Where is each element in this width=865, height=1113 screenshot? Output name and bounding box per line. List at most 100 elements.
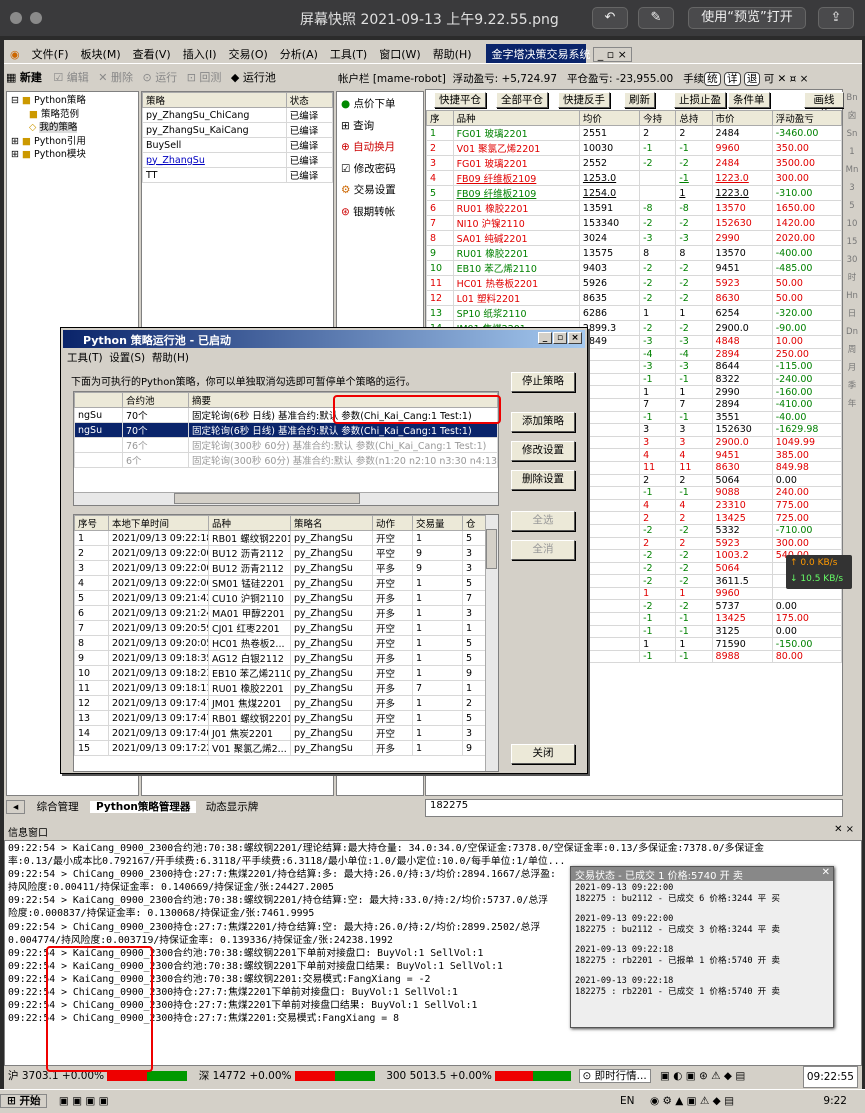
info-close-icon[interactable]: ✕ × bbox=[834, 824, 862, 835]
pos-col[interactable]: 均价 bbox=[578, 110, 641, 126]
order-col[interactable]: 动作 bbox=[372, 515, 413, 531]
pin-icon[interactable]: ✕ ¤ × bbox=[778, 73, 809, 85]
period-button[interactable]: 囟 bbox=[844, 107, 860, 125]
run-pool-button[interactable]: ◆ 运行池 bbox=[231, 71, 276, 84]
period-button[interactable]: 15 bbox=[844, 233, 860, 251]
period-button[interactable]: Hn bbox=[844, 287, 860, 305]
order-row[interactable]: 8 2021/09/13 09:20:05 HC01 热卷板2... py_Zhang… bbox=[74, 635, 486, 651]
order-row[interactable]: 7 2021/09/13 09:20:59 CJ01 红枣2201 py_ZhangS… bbox=[74, 620, 486, 636]
order-row[interactable]: 9 2021/09/13 09:18:35 AG12 白银2112 py_ZhangS… bbox=[74, 650, 486, 666]
side-bank-transfer[interactable]: ⊛ 银期转帐 bbox=[341, 202, 419, 224]
quick-button-0[interactable]: 快捷平仓 bbox=[434, 92, 486, 108]
edit-button[interactable]: ☑ 编辑 bbox=[53, 71, 88, 84]
order-row[interactable]: 15 2021/09/13 09:17:22 V01 聚氯乙烯2... py_Zhan… bbox=[74, 740, 486, 756]
strategy-row[interactable]: TT 已编译 bbox=[142, 167, 334, 183]
status-icons[interactable]: ▣ ◐ ▣ ⊛ ⚠ ◆ ▤ bbox=[660, 1070, 745, 1082]
share-icon[interactable]: ⇪ bbox=[818, 7, 854, 29]
position-row[interactable]: 6 RU01 橡胶2201 13591 -8 -8 13570 1650.00 bbox=[426, 200, 843, 216]
backtest-button[interactable]: ⊡ 回测 bbox=[187, 71, 222, 84]
order-col[interactable]: 策略名 bbox=[290, 515, 373, 531]
markup-icon[interactable]: ✎ bbox=[638, 7, 674, 29]
period-button[interactable]: Bn bbox=[844, 89, 860, 107]
pool-row[interactable]: 6个 固定轮询(300秒 60分) 基准合约:默认 参数(n1:20 n2:10 … bbox=[74, 452, 498, 468]
order-row[interactable]: 4 2021/09/13 09:22:00 SM01 锰硅2201 py_ZhangS… bbox=[74, 575, 486, 591]
strategy-row[interactable]: BuySell 已编译 bbox=[142, 137, 334, 153]
new-button[interactable]: ▦ 新建 bbox=[6, 71, 42, 84]
tab-python-manager[interactable]: Python策略管理器 bbox=[89, 801, 197, 813]
pos-col[interactable]: 品种 bbox=[452, 110, 580, 126]
quick-button-6[interactable]: 画线单 bbox=[804, 92, 844, 120]
col-pool[interactable]: 合约池 bbox=[122, 392, 189, 408]
period-button[interactable]: 5 bbox=[844, 197, 860, 215]
col-status[interactable]: 状态 bbox=[285, 92, 334, 108]
order-col[interactable]: 交易量 bbox=[412, 515, 463, 531]
tree-my-strategy[interactable]: ◇ 我的策略 bbox=[11, 121, 134, 135]
start-button[interactable]: ⊞ 开始 bbox=[0, 1094, 48, 1108]
position-row[interactable]: 7 NI10 沪镍2110 153340 -2 -2 152630 1420.00 bbox=[426, 215, 843, 231]
tab-general[interactable]: 综合管理 bbox=[29, 801, 87, 813]
period-button[interactable]: 周 bbox=[844, 341, 860, 359]
col-strategy[interactable]: 策略 bbox=[142, 92, 287, 108]
pool-hscroll[interactable] bbox=[74, 492, 498, 505]
quick-button-3[interactable]: 刷新 bbox=[624, 92, 655, 108]
stats-button[interactable]: 统 bbox=[704, 72, 721, 86]
period-button[interactable]: 1 bbox=[844, 143, 860, 161]
period-button[interactable]: 月 bbox=[844, 359, 860, 377]
tray-icons[interactable]: ◉ ⚙ ▲ ▣ ⚠ ◆ ▤ bbox=[650, 1090, 734, 1112]
quick-button-1[interactable]: 全部平仓 bbox=[496, 92, 548, 108]
menu-view[interactable]: 查看(V) bbox=[127, 44, 177, 63]
side-trade-settings[interactable]: ⚙ 交易设置 bbox=[341, 180, 419, 202]
quick-button-2[interactable]: 快捷反手 bbox=[558, 92, 610, 108]
side-query[interactable]: ⊞ 查询 bbox=[341, 116, 419, 138]
quick-button-4[interactable]: 止损止盈 bbox=[674, 92, 726, 108]
tab-dynamic[interactable]: 动态显示牌 bbox=[200, 801, 265, 813]
rotate-icon[interactable]: ↶ bbox=[592, 7, 628, 29]
order-col[interactable]: 序号 bbox=[74, 515, 109, 531]
menu-help[interactable]: 帮助(H) bbox=[427, 44, 478, 63]
position-row[interactable]: 10 EB10 苯乙烯2110 9403 -2 -2 9451 -485.00 bbox=[426, 260, 843, 276]
market-button[interactable]: ⊙ 即时行情... bbox=[578, 1069, 651, 1083]
menu-analysis[interactable]: 分析(A) bbox=[274, 44, 324, 63]
position-row[interactable]: 13 SP10 纸浆2110 6286 1 1 6254 -320.00 bbox=[426, 305, 843, 321]
side-auto-roll[interactable]: ⊕ 自动换月 bbox=[341, 137, 419, 159]
mdi-buttons[interactable]: _ ▫ × bbox=[592, 47, 632, 62]
dlg-menu-settings[interactable]: 设置(S) bbox=[109, 352, 145, 364]
exit-button[interactable]: 退 bbox=[743, 72, 761, 86]
pool-row[interactable]: 76个 固定轮询(300秒 60分) 基准合约:默认 参数(Chi_Kai_Can… bbox=[74, 437, 498, 453]
order-vscroll[interactable] bbox=[485, 515, 498, 771]
menu-window[interactable]: 窗口(W) bbox=[373, 44, 426, 63]
close-dialog-button[interactable]: 关闭 bbox=[511, 744, 575, 764]
menu-insert[interactable]: 插入(I) bbox=[177, 44, 223, 63]
order-row[interactable]: 13 2021/09/13 09:17:47 RB01 螺纹钢2201 py_Zhan… bbox=[74, 710, 486, 726]
dlg-menu-help[interactable]: 帮助(H) bbox=[152, 352, 189, 364]
pos-col[interactable]: 总持 bbox=[675, 110, 713, 126]
order-row[interactable]: 2 2021/09/13 09:22:00 BU12 沥青2112 py_ZhangS… bbox=[74, 545, 486, 561]
period-button[interactable]: 30 bbox=[844, 251, 860, 269]
side-point-order[interactable]: ● 点价下单 bbox=[341, 94, 419, 116]
pool-scroll-thumb[interactable] bbox=[174, 493, 360, 504]
tree-examples[interactable]: ■ 策略范例 bbox=[11, 108, 134, 122]
tab-nav-left[interactable]: ◂ bbox=[6, 800, 26, 814]
run-button[interactable]: ⊙ 运行 bbox=[142, 71, 177, 84]
dlg-menu-tools[interactable]: 工具(T) bbox=[67, 352, 103, 364]
strategy-row[interactable]: py_ZhangSu 已编译 bbox=[142, 152, 334, 168]
menu-file[interactable]: 文件(F) bbox=[26, 44, 75, 63]
select-all-button[interactable]: 全选 bbox=[511, 511, 575, 531]
close-icon[interactable]: × bbox=[568, 332, 582, 344]
modify-settings-button[interactable]: 修改设置 bbox=[511, 441, 575, 461]
position-row[interactable]: 8 SA01 纯碱2201 3024 -3 -3 2990 2020.00 bbox=[426, 230, 843, 246]
pos-col[interactable]: 今持 bbox=[639, 110, 677, 126]
tree-python-module[interactable]: ⊞ ■ Python模块 bbox=[11, 148, 134, 162]
position-row[interactable]: 9 RU01 橡胶2201 13575 8 8 13570 -400.00 bbox=[426, 245, 843, 261]
minimize-icon[interactable]: _ bbox=[538, 332, 552, 344]
side-change-password[interactable]: ☑ 修改密码 bbox=[341, 159, 419, 181]
menu-trade[interactable]: 交易(O) bbox=[223, 44, 274, 63]
menu-board[interactable]: 板块(M) bbox=[75, 44, 127, 63]
period-button[interactable]: 10 bbox=[844, 215, 860, 233]
stop-strategy-button[interactable]: 停止策略 bbox=[511, 372, 575, 392]
strategy-row[interactable]: py_ZhangSu_ChiCang 已编译 bbox=[142, 107, 334, 123]
order-row[interactable]: 6 2021/09/13 09:21:24 MA01 甲醇2201 py_ZhangS… bbox=[74, 605, 486, 621]
detail-button[interactable]: 详 bbox=[724, 72, 741, 86]
maximize-icon[interactable]: ▫ bbox=[553, 332, 567, 344]
menu-tools[interactable]: 工具(T) bbox=[324, 44, 373, 63]
